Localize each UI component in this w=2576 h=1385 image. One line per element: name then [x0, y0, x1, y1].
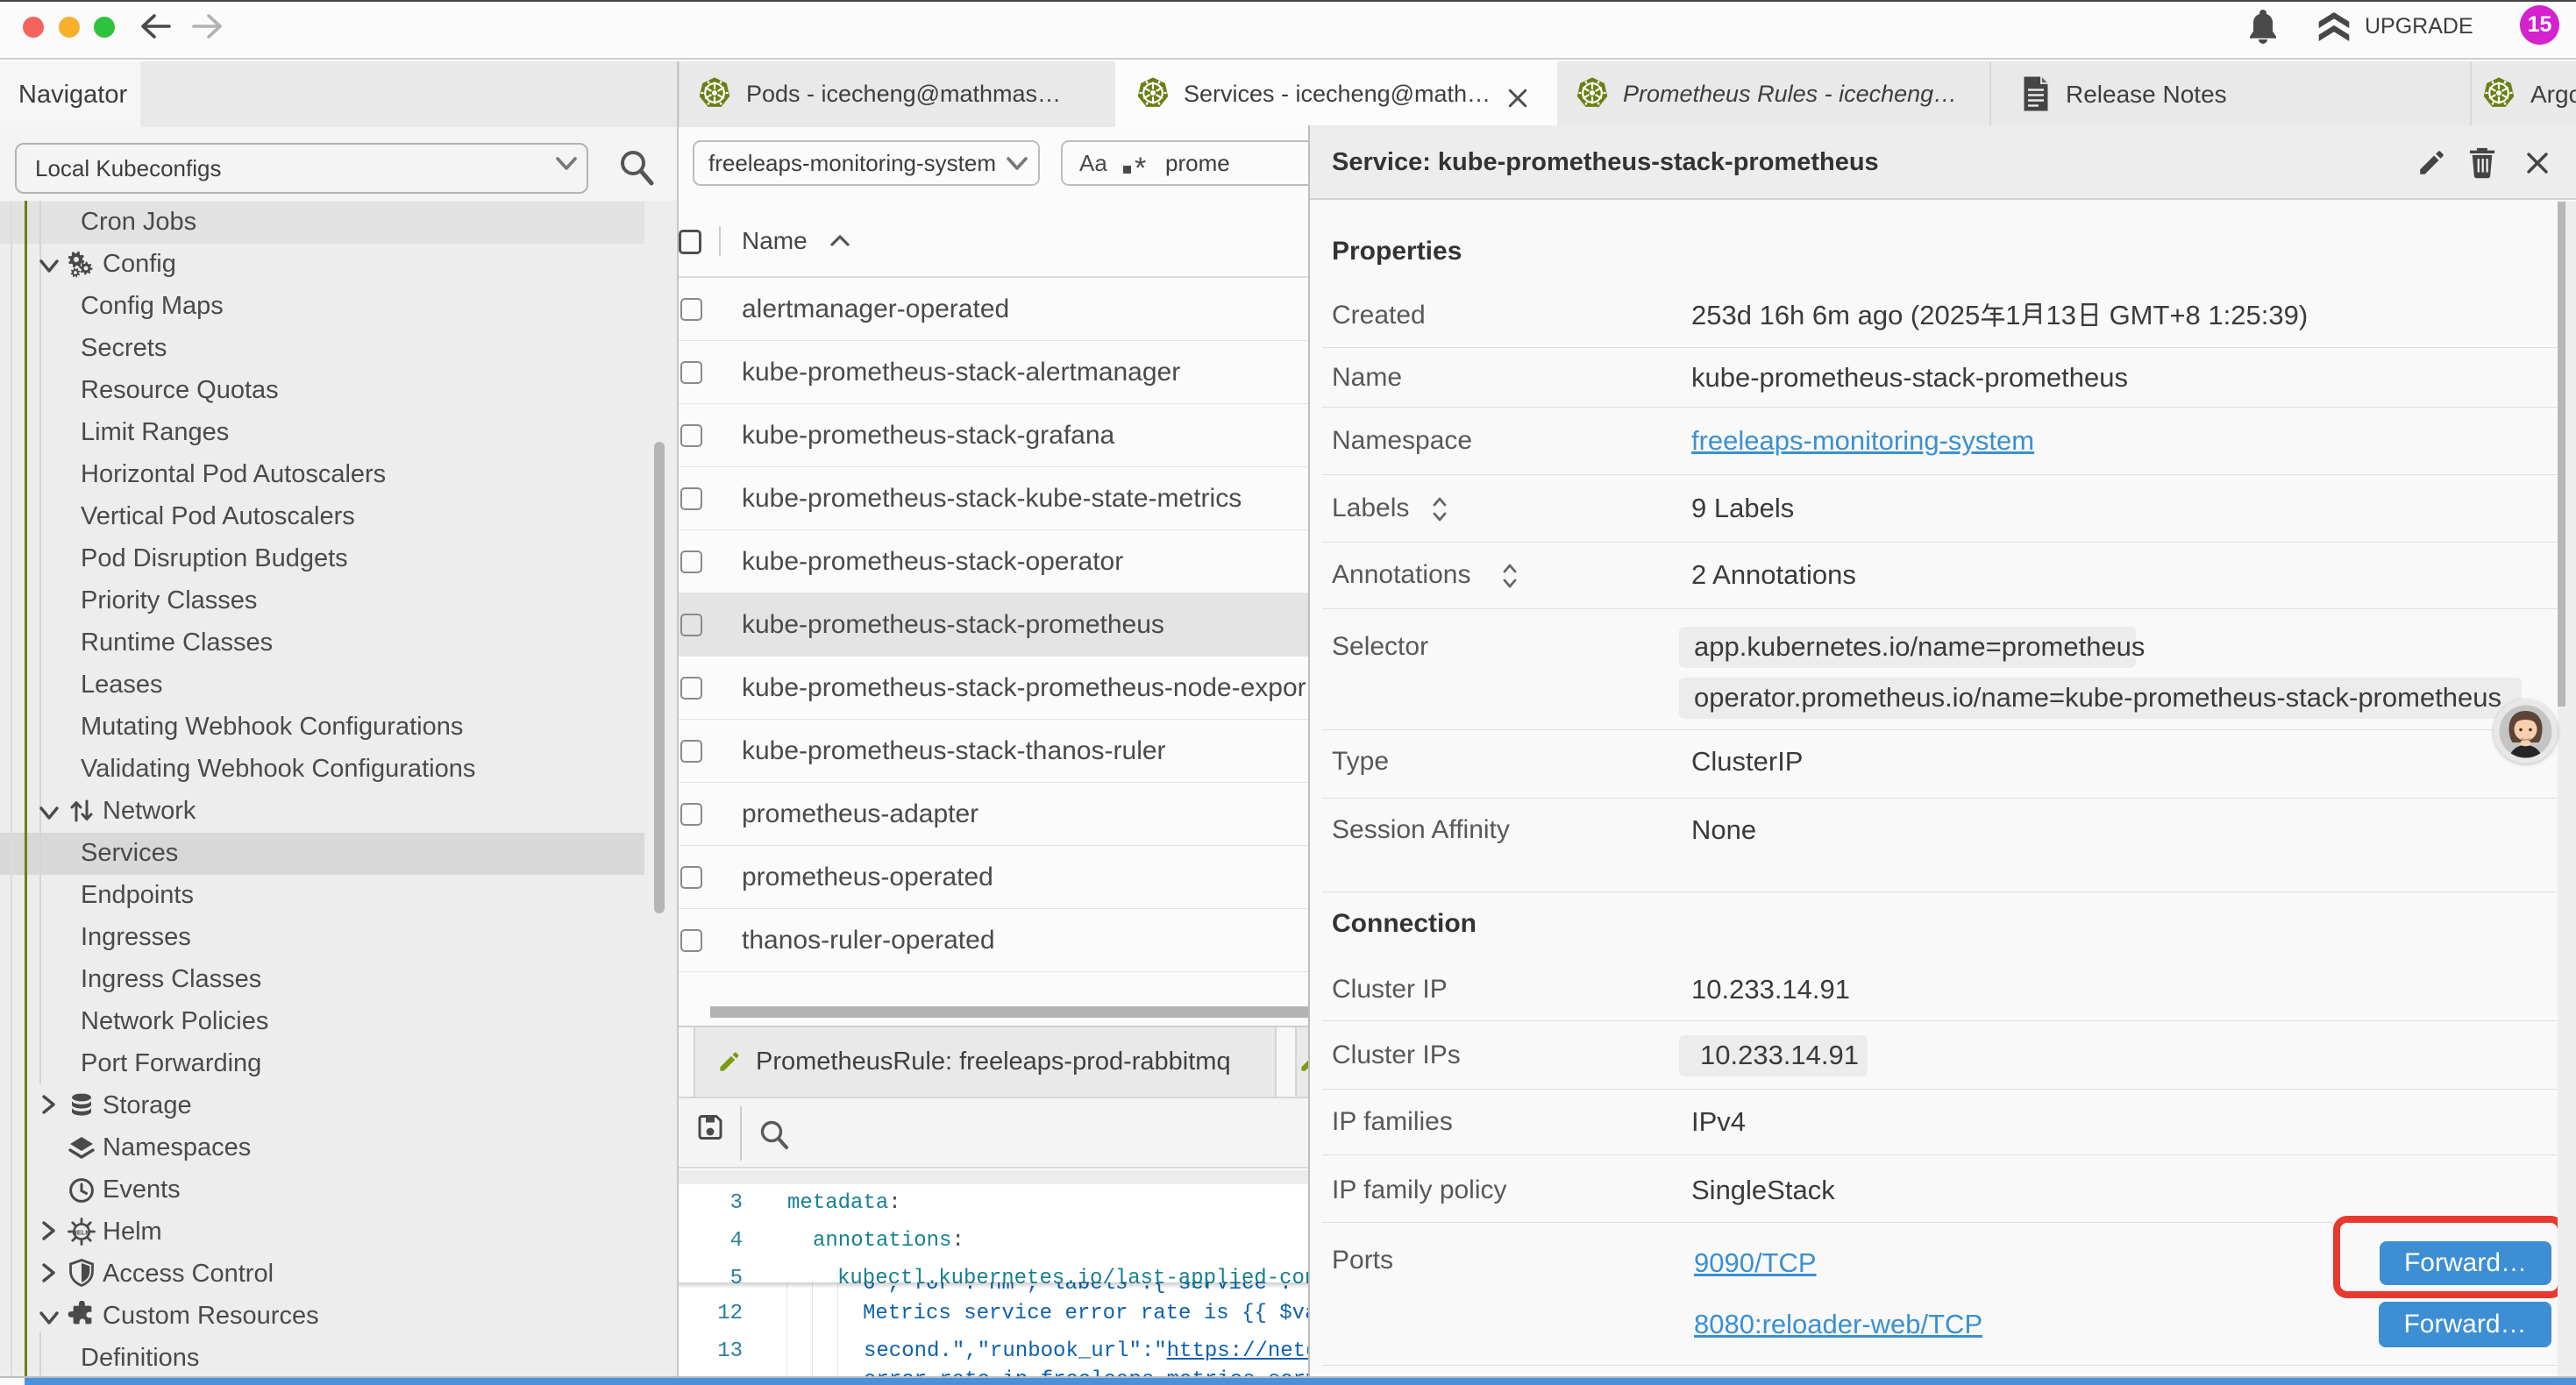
svg-text:HELM: HELM	[73, 1229, 91, 1237]
